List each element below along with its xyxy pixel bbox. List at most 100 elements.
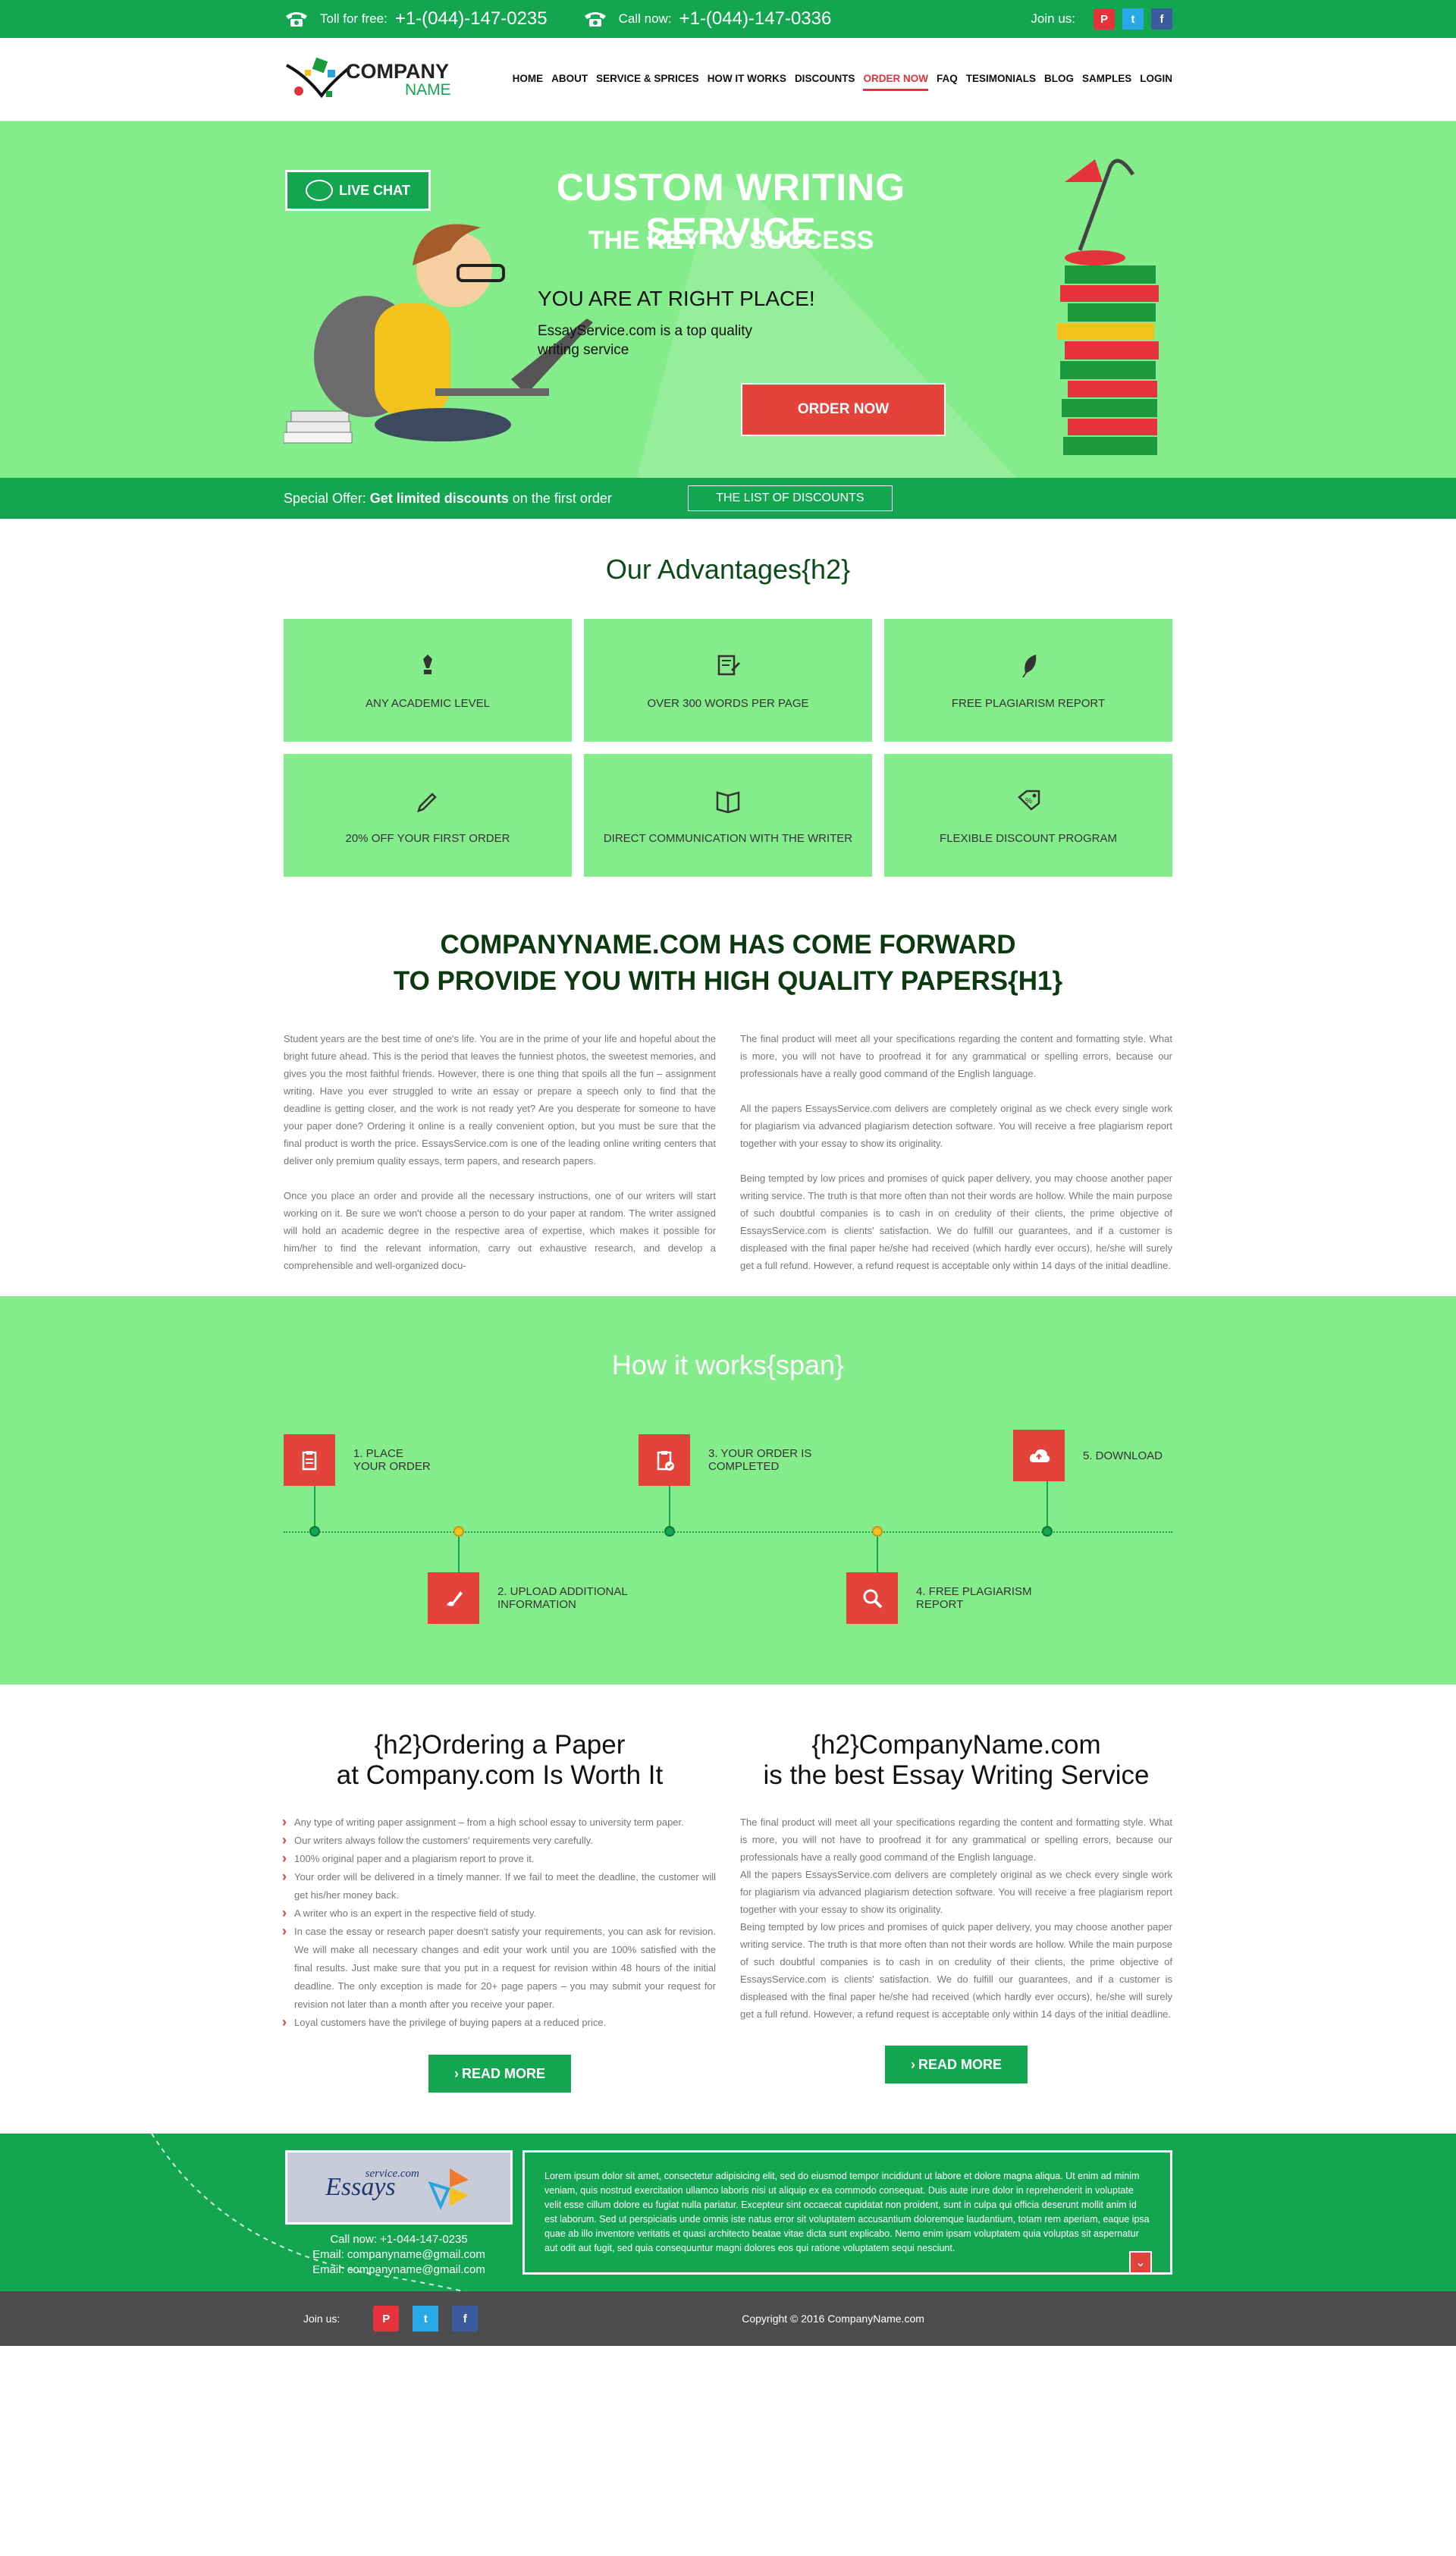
how-it-works-section: How it works{span} 1. PLACE YOUR ORDER 2. …: [0, 1296, 1456, 1685]
order-now-button[interactable]: ORDER NOW: [741, 383, 946, 436]
how-step: 1. PLACE YOUR ORDER: [284, 1434, 431, 1486]
page-bottom-space: [0, 2346, 1456, 2475]
footer-call[interactable]: Call now: +1-044-147-0235: [285, 2232, 513, 2247]
timeline-stem: [1046, 1481, 1048, 1531]
clipboard-check-icon: [657, 1451, 674, 1471]
read-more-button[interactable]: › READ MORE: [885, 2046, 1028, 2083]
essays-service-logo[interactable]: Essays service.com: [285, 2150, 513, 2225]
toll-number[interactable]: +1-(044)-147-0235: [395, 8, 548, 30]
step-label-line1: 3. YOUR ORDER IS: [708, 1447, 812, 1460]
chevron-right-icon: ›: [910, 2056, 915, 2072]
top-bar: Toll for free: +1-(044)-147-0235 Call no…: [0, 0, 1456, 38]
footer-email-1[interactable]: Email: companyname@gmail.com: [285, 2247, 513, 2262]
step-label-line2: INFORMATION: [497, 1598, 576, 1611]
footer-contacts: Call now: +1-044-147-0235 Email: company…: [285, 2232, 513, 2278]
paragraph: Once you place an order and provide all …: [284, 1190, 716, 1271]
footer-join-label: Join us:: [303, 2313, 340, 2325]
facebook-icon[interactable]: f: [452, 2306, 479, 2331]
discount-list-button[interactable]: THE LIST OF DISCOUNTS: [687, 485, 893, 511]
chevron-down-icon[interactable]: ⌄: [1129, 2251, 1152, 2274]
step-icon-box: [639, 1434, 690, 1486]
join-label: Join us:: [1031, 11, 1075, 26]
advantage-label: DIRECT COMMUNICATION WITH THE WRITER: [603, 831, 853, 845]
paragraph: The final product will meet all your spe…: [740, 1817, 1172, 1863]
best-column: {h2}CompanyName.com is the best Essay Wr…: [740, 1730, 1172, 2093]
pinterest-icon[interactable]: P: [1094, 8, 1115, 30]
step-label-line2: REPORT: [916, 1598, 964, 1611]
twitter-icon[interactable]: t: [413, 2306, 439, 2331]
paragraph: Being tempted by low prices and promises…: [740, 1173, 1172, 1271]
timeline-dot: [453, 1526, 464, 1537]
cloud-upload-icon: [1029, 1449, 1050, 1462]
advantage-card: % FLEXIBLE DISCOUNT PROGRAM: [884, 754, 1172, 877]
special-offer-bar: Special Offer: Get limited discounts on …: [0, 478, 1456, 519]
nav-item-home[interactable]: HOME: [513, 68, 544, 91]
step-icon-box: [846, 1572, 898, 1624]
how-step: 2. UPLOAD ADDITIONAL INFORMATION: [428, 1572, 628, 1624]
list-item: Your order will be delivered in a timely…: [282, 1867, 716, 1904]
call-number[interactable]: +1-(044)-147-0336: [679, 8, 832, 30]
nav-item-faq[interactable]: FAQ: [937, 68, 958, 91]
paragraph: All the papers EssaysService.com deliver…: [740, 1103, 1172, 1149]
best-title-line1: {h2}CompanyName.com: [811, 1730, 1101, 1760]
logo-company: COMPANY: [346, 60, 450, 83]
company-logo[interactable]: COMPANY NAME: [284, 53, 488, 106]
magnifier-icon: [863, 1589, 883, 1609]
list-item: In case the essay or research paper does…: [282, 1922, 716, 2014]
svg-text:%: %: [1025, 797, 1032, 805]
offer-suffix: on the first order: [512, 490, 612, 506]
nav-item-order-now[interactable]: ORDER NOW: [863, 68, 928, 91]
list-item: 100% original paper and a plagiarism rep…: [282, 1849, 716, 1868]
timeline-dot: [309, 1526, 320, 1537]
offer-text: Special Offer: Get limited discounts on …: [284, 491, 612, 507]
nav-item-discounts[interactable]: DISCOUNTS: [795, 68, 855, 91]
paragraph: Being tempted by low prices and promises…: [740, 1921, 1172, 2020]
best-title-line2: is the best Essay Writing Service: [763, 1760, 1150, 1790]
best-text: The final product will meet all your spe…: [740, 1813, 1172, 2023]
nav-item-samples[interactable]: SAMPLES: [1082, 68, 1131, 91]
hero-subtitle: THE KEY TO SUCCESS: [588, 226, 874, 255]
discount-tag-icon: %: [1018, 790, 1040, 811]
timeline-stem: [458, 1536, 460, 1572]
brush-icon: [447, 1591, 463, 1606]
document-edit-icon: [717, 655, 740, 675]
copyright: Copyright © 2016 CompanyName.com: [742, 2313, 924, 2325]
nav-item-about[interactable]: ABOUT: [551, 68, 588, 91]
ordering-column: {h2}Ordering a Paper at Company.com Is W…: [282, 1730, 716, 2093]
nav-item-service-sprices[interactable]: SERVICE & SPRICES: [596, 68, 699, 91]
paragraph: The final product will meet all your spe…: [740, 1033, 1172, 1079]
books-lamp-image: [1057, 159, 1159, 455]
read-more-button[interactable]: › READ MORE: [428, 2055, 571, 2093]
quill-icon: [1022, 654, 1037, 677]
nav-item-login[interactable]: LOGIN: [1140, 68, 1172, 91]
toll-label: Toll for free:: [320, 11, 388, 26]
nav-item-tesimonials[interactable]: TESIMONIALS: [966, 68, 1036, 91]
toll-free-phone[interactable]: Toll for free: +1-(044)-147-0235: [284, 8, 548, 30]
footer-email-2[interactable]: Email: companyname@gmail.com: [285, 2262, 513, 2278]
chevron-right-icon: ›: [453, 2065, 459, 2081]
nav-item-blog[interactable]: BLOG: [1044, 68, 1074, 91]
read-more-label: READ MORE: [461, 2065, 545, 2081]
pen-nib-icon: [423, 654, 432, 674]
footer-text-box: Lorem ipsum dolor sit amet, consectetur …: [522, 2150, 1172, 2275]
hero-section: LIVE CHAT CUSTOM WRITING SERVICE THE KEY…: [0, 121, 1456, 478]
forward-title-line2: TO PROVIDE YOU WITH HIGH QUALITY PAPERS{…: [393, 966, 1063, 996]
forward-title-line1: COMPANYNAME.COM HAS COME FORWARD: [440, 930, 1016, 959]
how-step: 4. FREE PLAGIARISM REPORT: [846, 1572, 1032, 1624]
come-forward-section: COMPANYNAME.COM HAS COME FORWARD TO PROV…: [0, 877, 1456, 1292]
advantages-title: Our Advantages{h2}: [605, 554, 851, 585]
step-label: 2. UPLOAD ADDITIONAL INFORMATION: [497, 1585, 628, 1611]
twitter-icon[interactable]: t: [1122, 8, 1144, 30]
advantages-grid: ANY ACADEMIC LEVEL OVER 300 WORDS PER PAG…: [284, 619, 1172, 877]
call-now-phone[interactable]: Call now: +1-(044)-147-0336: [582, 8, 832, 30]
best-title: {h2}CompanyName.com is the best Essay Wr…: [740, 1730, 1172, 1791]
main-navbar: COMPANY NAME HOME ABOUT SERVICE & SPRICES H…: [0, 38, 1456, 121]
step-label-line1: 4. FREE PLAGIARISM: [916, 1585, 1032, 1598]
pinterest-icon[interactable]: P: [373, 2306, 400, 2331]
join-us: Join us: P t f: [1031, 8, 1172, 30]
footer-lorem: Lorem ipsum dolor sit amet, consectetur …: [544, 2171, 1150, 2253]
nav-item-how-it-works[interactable]: HOW IT WORKS: [708, 68, 786, 91]
timeline-stem: [877, 1536, 878, 1572]
facebook-icon[interactable]: f: [1151, 8, 1172, 30]
advantage-card: FREE PLAGIARISM REPORT: [884, 619, 1172, 742]
